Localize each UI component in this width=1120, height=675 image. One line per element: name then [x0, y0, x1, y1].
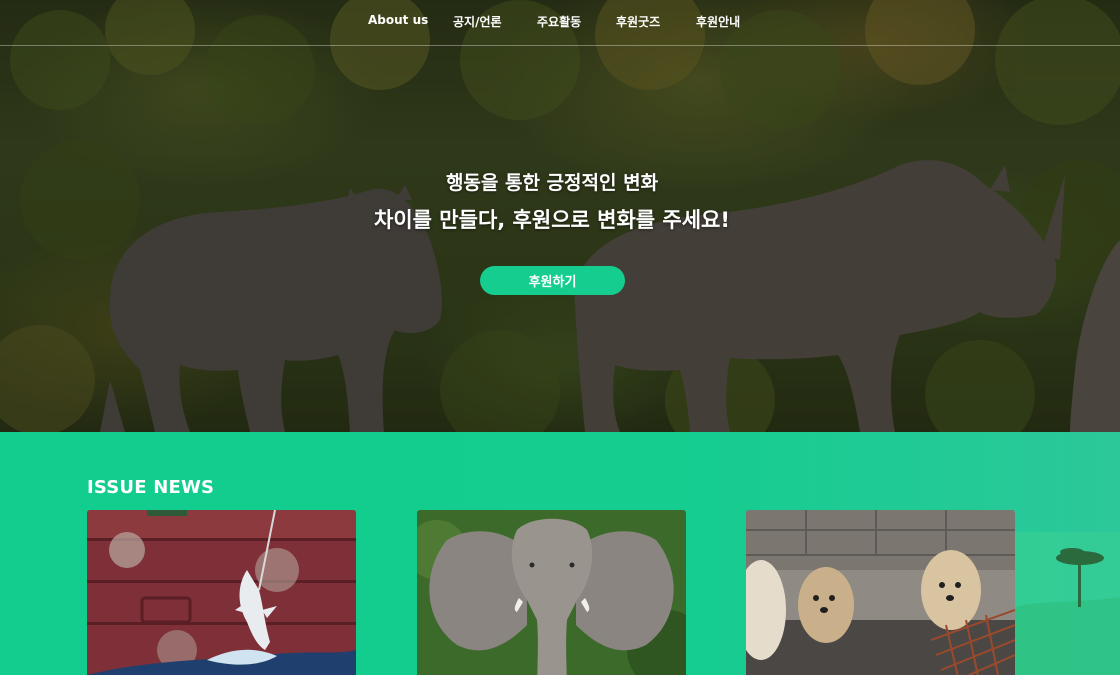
nav-item-notice-press[interactable]: 공지/언론 — [453, 13, 502, 30]
hero-section: About us 공지/언론 주요활동 후원굿즈 후원안내 행동을 통한 긍정적… — [0, 0, 1120, 432]
news-card-caged-dogs[interactable] — [746, 510, 1015, 675]
issue-news-section: ISSUE NEWS — [0, 432, 1120, 675]
nav-item-main-activities[interactable]: 주요활동 — [537, 13, 581, 30]
top-navigation: About us 공지/언론 주요활동 후원굿즈 후원안내 — [0, 0, 1120, 46]
caged-dogs-photo — [746, 510, 1015, 675]
shark-hook-photo — [87, 510, 356, 675]
elephant-photo — [417, 510, 686, 675]
nav-item-donation-goods[interactable]: 후원굿즈 — [616, 13, 660, 30]
nav-item-about-us[interactable]: About us — [368, 13, 428, 27]
donate-button[interactable]: 후원하기 — [480, 266, 625, 295]
nav-item-donation-guide[interactable]: 후원안내 — [696, 13, 740, 30]
issue-news-title: ISSUE NEWS — [87, 477, 215, 498]
news-card-elephant[interactable] — [417, 510, 686, 675]
hero-subheadline: 차이를 만들다, 후원으로 변화를 주세요! — [374, 208, 730, 232]
hero-headline: 행동을 통한 긍정적인 변화 — [445, 172, 659, 194]
news-card-shark[interactable] — [87, 510, 356, 675]
